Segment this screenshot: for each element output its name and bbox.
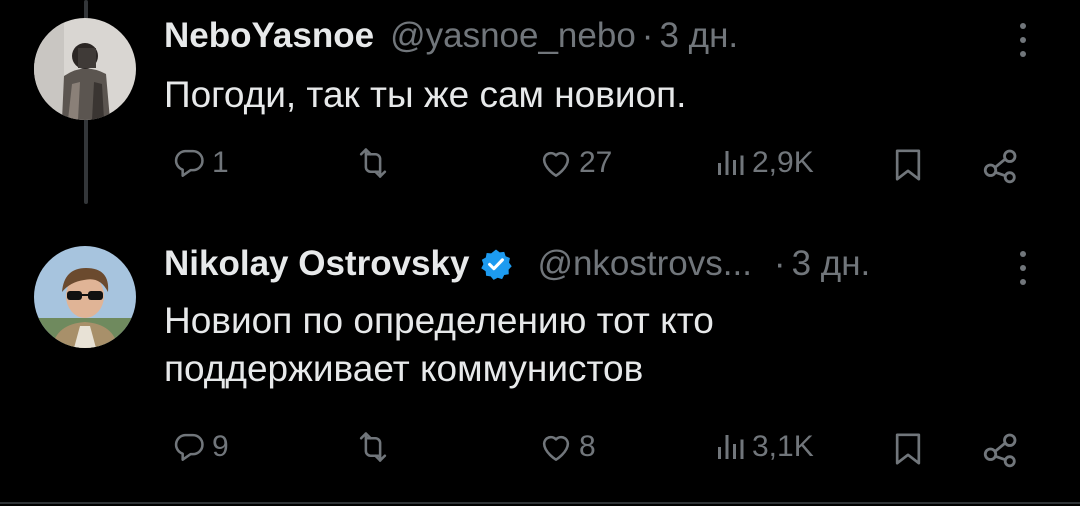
share-icon <box>983 433 1017 468</box>
bookmark-button[interactable] <box>888 428 928 470</box>
retweet-icon <box>359 148 387 178</box>
tweet-actions: 1 27 2,9K <box>0 144 1080 188</box>
like-count: 8 <box>579 430 596 463</box>
retweet-button[interactable] <box>352 428 394 466</box>
avatar[interactable] <box>34 246 136 348</box>
tweet-text-line: Новиоп по определению тот кто <box>164 300 714 341</box>
reply-icon <box>174 433 204 461</box>
like-count: 27 <box>579 146 613 179</box>
reply-button[interactable]: 9 <box>170 428 229 466</box>
views-button[interactable]: 3,1K <box>712 428 814 466</box>
like-button[interactable]: 27 <box>537 144 612 182</box>
tweet-header: Nikolay Ostrovsky @nkostrovs... · 3 дн. <box>164 242 870 286</box>
author-name[interactable]: NeboYasnoe <box>164 16 374 56</box>
author-handle[interactable]: @yasnoe_nebo <box>390 16 636 56</box>
reply-count: 9 <box>212 430 229 463</box>
timestamp[interactable]: 3 дн. <box>792 244 871 284</box>
tweet-text: Новиоп по определению тот кто поддержива… <box>164 297 1014 393</box>
separator: · <box>773 244 786 283</box>
timestamp[interactable]: 3 дн. <box>659 16 738 56</box>
reply-icon <box>174 149 204 177</box>
bookmark-icon <box>895 149 921 181</box>
verified-badge-icon <box>479 247 513 281</box>
separator: · <box>641 16 654 55</box>
views-count: 2,9K <box>752 146 814 179</box>
views-count: 3,1K <box>752 430 814 463</box>
share-button[interactable] <box>980 428 1022 470</box>
avatar[interactable] <box>34 18 136 120</box>
divider <box>0 502 1080 504</box>
views-icon <box>718 435 744 459</box>
share-button[interactable] <box>980 144 1022 186</box>
bookmark-icon <box>895 433 921 465</box>
reply-button[interactable]: 1 <box>170 144 229 182</box>
like-icon <box>542 435 570 461</box>
like-button[interactable]: 8 <box>537 428 596 466</box>
author-name[interactable]: Nikolay Ostrovsky <box>164 244 469 284</box>
more-icon[interactable] <box>1016 23 1030 57</box>
retweet-button[interactable] <box>352 144 394 182</box>
author-handle[interactable]: @nkostrovs... <box>537 244 751 284</box>
reply-count: 1 <box>212 146 229 179</box>
retweet-icon <box>359 432 387 462</box>
tweet-text: Погоди, так ты же сам новиоп. <box>164 74 687 115</box>
share-icon <box>983 149 1017 184</box>
tweet-header: NeboYasnoe @yasnoe_nebo · 3 дн. <box>164 14 738 58</box>
tweet-actions: 9 8 3,1K <box>0 428 1080 472</box>
views-icon <box>718 151 744 175</box>
more-icon[interactable] <box>1016 251 1030 285</box>
tweet-text-line: поддерживает коммунистов <box>164 348 644 389</box>
bookmark-button[interactable] <box>888 144 928 186</box>
like-icon <box>542 151 570 177</box>
views-button[interactable]: 2,9K <box>712 144 814 182</box>
